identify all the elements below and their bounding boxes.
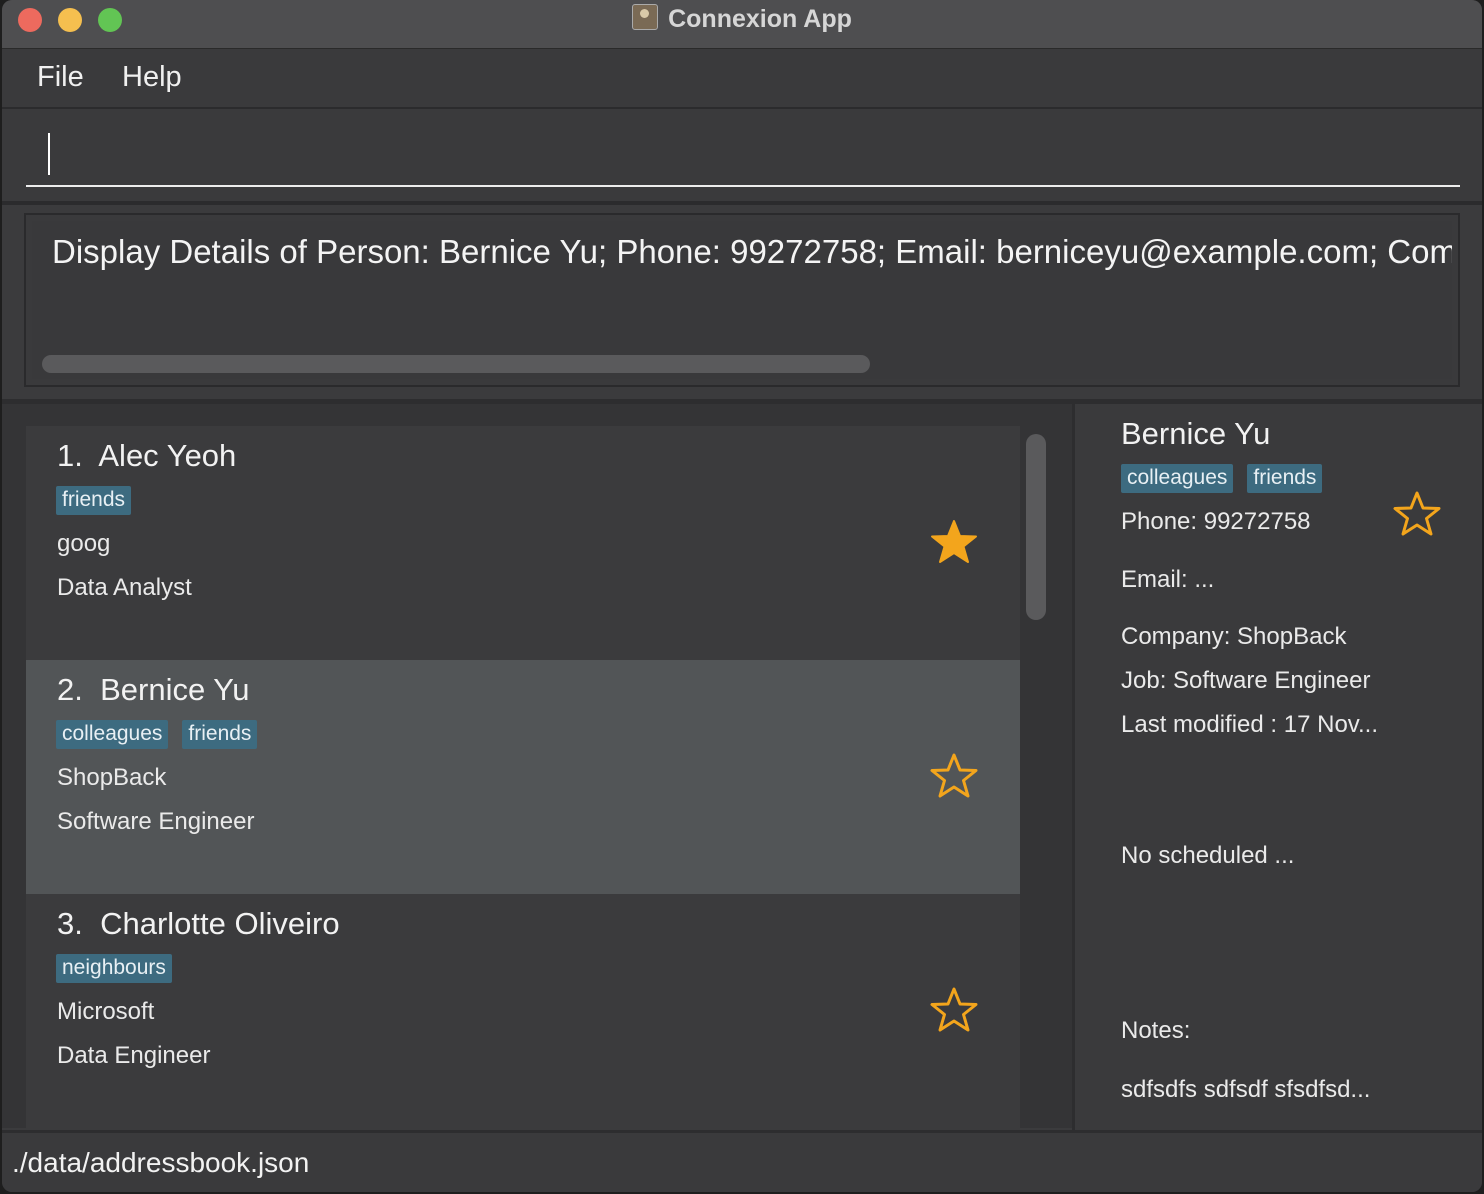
app-window: Connexion App File Help Display Details … (2, 0, 1482, 1192)
status-bar: ./data/addressbook.json (2, 1130, 1482, 1192)
tag-label: friends (182, 720, 258, 749)
tag-label: neighbours (56, 954, 172, 983)
detail-email: Email: ... (1121, 566, 1215, 593)
person-company: Microsoft (57, 998, 155, 1025)
person-name-text: Charlotte Oliveiro (100, 906, 340, 941)
window-title: Connexion App (668, 5, 852, 33)
list-vertical-scrollbar[interactable] (1026, 434, 1046, 620)
person-company: ShopBack (57, 764, 167, 791)
command-box (2, 109, 1482, 205)
person-name-text: Alec Yeoh (98, 438, 237, 473)
tag-label: friends (56, 486, 132, 515)
star-outline-icon[interactable] (930, 752, 978, 800)
star-outline-icon[interactable] (1393, 490, 1441, 538)
app-icon (632, 4, 659, 30)
window-title-area: Connexion App (2, 4, 1482, 34)
person-name: 2. Bernice Yu (57, 672, 249, 708)
menu-bar: File Help (2, 49, 1482, 109)
command-input[interactable] (26, 119, 1460, 187)
detail-last-modified: Last modified : 17 Nov... (1121, 711, 1379, 738)
detail-tags: colleagues friends (1121, 464, 1323, 493)
person-details-panel: Bernice Yu colleagues friends Phone: 992… (1075, 404, 1482, 1130)
person-job: Data Engineer (57, 1042, 211, 1069)
person-index: 2. (57, 672, 83, 707)
person-tags: friends (56, 486, 132, 515)
person-card[interactable]: 3. Charlotte Oliveiro neighbours Microso… (26, 894, 1020, 1128)
detail-name: Bernice Yu (1121, 416, 1271, 451)
detail-schedule: No scheduled ... (1121, 842, 1295, 869)
person-list-panel: 1. Alec Yeoh friends goog Data Analyst 2… (2, 404, 1072, 1128)
tag-label: colleagues (1121, 464, 1234, 493)
detail-notes: sdfsdfs sdfsdf sfsdfsd... (1121, 1076, 1371, 1103)
text-caret (48, 133, 50, 175)
person-index: 3. (57, 906, 83, 941)
star-outline-icon[interactable] (930, 986, 978, 1034)
detail-phone: Phone: 99272758 (1121, 508, 1311, 535)
detail-notes-label: Notes: (1121, 1017, 1191, 1044)
detail-company: Company: ShopBack (1121, 623, 1347, 650)
star-filled-icon[interactable] (930, 518, 978, 566)
person-tags: colleagues friends (56, 720, 258, 749)
person-card-selected[interactable]: 2. Bernice Yu colleagues friends ShopBac… (26, 660, 1020, 894)
person-name: 3. Charlotte Oliveiro (57, 906, 340, 942)
result-text: Display Details of Person: Bernice Yu; P… (52, 233, 1452, 270)
result-display: Display Details of Person: Bernice Yu; P… (24, 213, 1460, 387)
person-card[interactable]: 1. Alec Yeoh friends goog Data Analyst (26, 426, 1020, 660)
person-tags: neighbours (56, 954, 172, 983)
menu-file[interactable]: File (37, 61, 84, 94)
person-name: 1. Alec Yeoh (57, 438, 236, 474)
result-display-inner: Display Details of Person: Bernice Yu; P… (32, 221, 1452, 379)
title-bar: Connexion App (2, 0, 1482, 49)
person-company: goog (57, 530, 111, 557)
menu-help[interactable]: Help (122, 61, 182, 94)
tag-label: colleagues (56, 720, 169, 749)
person-job: Data Analyst (57, 574, 192, 601)
person-index: 1. (57, 438, 83, 473)
person-job: Software Engineer (57, 808, 255, 835)
result-horizontal-scrollbar[interactable] (42, 355, 870, 373)
data-file-path: ./data/addressbook.json (12, 1147, 310, 1178)
tag-label: friends (1247, 464, 1323, 493)
person-name-text: Bernice Yu (100, 672, 250, 707)
detail-job: Job: Software Engineer (1121, 667, 1371, 694)
